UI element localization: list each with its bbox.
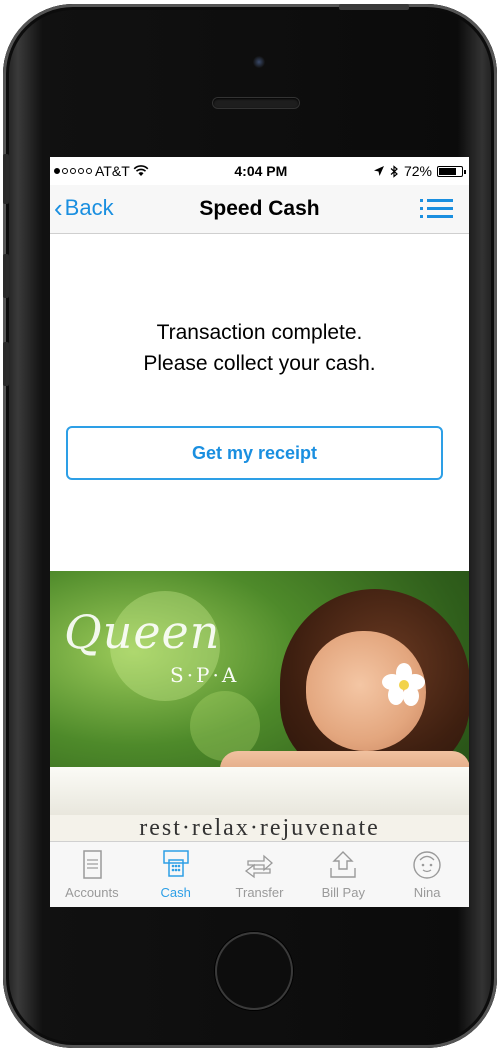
tab-label: Cash: [160, 885, 191, 900]
front-camera: [253, 56, 265, 68]
bluetooth-icon: [390, 164, 398, 178]
tab-label: Transfer: [235, 885, 284, 900]
spa-advertisement-banner[interactable]: Queen S·P·A rest·relax·rejuvenate: [50, 571, 469, 841]
tab-accounts[interactable]: Accounts: [50, 842, 134, 907]
menu-list-icon[interactable]: [420, 199, 453, 219]
volume-down-button: [3, 342, 9, 386]
ad-logo-sub: S·P·A: [170, 663, 240, 687]
ad-tagline: rest·relax·rejuvenate: [50, 815, 469, 841]
assistant-face-icon: [413, 851, 441, 879]
tab-transfer[interactable]: Transfer: [218, 842, 302, 907]
status-time: 4:04 PM: [234, 163, 288, 179]
tab-cash[interactable]: Cash: [134, 842, 218, 907]
mute-switch: [3, 154, 9, 204]
transfer-arrows-icon: [245, 854, 274, 879]
earpiece-speaker: [213, 98, 299, 108]
battery-icon: [436, 165, 466, 177]
status-bar: AT&T 4:04 PM 72%: [50, 157, 469, 185]
get-receipt-button[interactable]: Get my receipt: [66, 426, 443, 480]
battery-percent: 72%: [403, 163, 432, 179]
volume-up-button: [3, 254, 9, 298]
location-arrow-icon: [373, 166, 384, 176]
document-icon: [83, 850, 102, 879]
tab-nina[interactable]: Nina: [385, 842, 469, 907]
home-button[interactable]: [215, 932, 293, 1010]
tab-bill-pay[interactable]: Bill Pay: [301, 842, 385, 907]
app-screen: AT&T 4:04 PM 72% ‹ Back Speed Cash Trans…: [50, 157, 469, 907]
tab-label: Nina: [413, 885, 441, 900]
transaction-message: Transaction complete. Please collect you…: [50, 317, 469, 379]
signal-strength-icon: [54, 168, 92, 174]
bill-pay-icon: [330, 851, 356, 878]
carrier-label: AT&T: [95, 163, 130, 179]
tab-label: Bill Pay: [321, 885, 365, 900]
ad-logo: Queen: [64, 605, 221, 659]
wifi-icon: [133, 165, 149, 176]
flower-icon: [382, 663, 425, 706]
page-title: Speed Cash: [199, 197, 320, 220]
atm-cash-icon: [162, 850, 189, 877]
power-button: [339, 4, 409, 10]
tab-bar: Accounts Cash Transfer Bill Pay Nina: [50, 841, 469, 907]
message-line-2: Please collect your cash.: [143, 352, 376, 375]
navigation-bar: ‹ Back Speed Cash: [50, 185, 469, 234]
tab-label: Accounts: [65, 885, 119, 900]
message-line-1: Transaction complete.: [156, 321, 363, 344]
